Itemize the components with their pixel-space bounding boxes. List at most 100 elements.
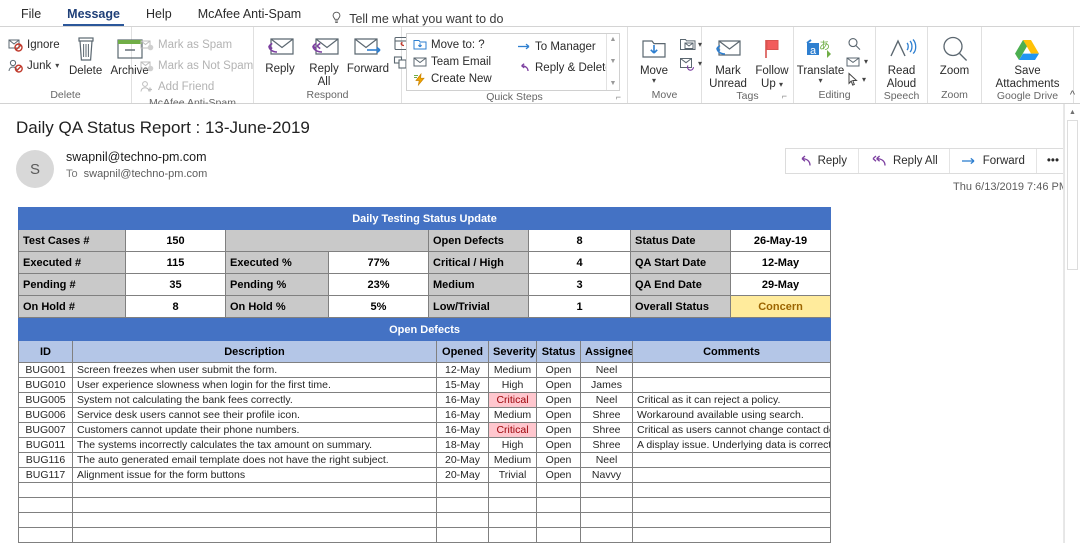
quick-steps-dialog-launcher[interactable]: ⌐ — [616, 91, 621, 104]
tab-file[interactable]: File — [8, 4, 54, 26]
move-to-folder-icon — [413, 38, 427, 51]
col-header-severity: Severity — [489, 341, 537, 363]
avatar: S — [16, 150, 54, 188]
summary-label-qa-end-date: QA End Date — [631, 274, 731, 296]
rules-button[interactable]: ▾ — [676, 36, 705, 53]
reply-action-button[interactable]: Reply — [786, 149, 859, 173]
delete-button[interactable]: Delete — [64, 32, 108, 77]
save-attachments-button[interactable]: Save Attachments — [991, 32, 1065, 90]
zoom-button[interactable]: Zoom — [933, 32, 977, 77]
defect-cell-description: Customers cannot update their phone numb… — [73, 423, 437, 438]
scroll-up-icon[interactable]: ▲ — [610, 36, 617, 44]
defect-cell-severity: Critical — [489, 393, 537, 408]
arrow-right-icon — [517, 40, 531, 53]
message-actions: Reply Reply All Forward ••• — [785, 148, 1070, 193]
mark-as-not-spam-button[interactable]: Mark as Not Spam — [136, 55, 254, 76]
ignore-icon — [8, 38, 23, 52]
translate-dropdown-caret[interactable]: ▾ — [818, 77, 822, 84]
junk-person-icon — [8, 59, 23, 73]
forward-action-button[interactable]: Forward — [950, 149, 1037, 173]
mark-as-spam-label: Mark as Spam — [158, 39, 232, 51]
tell-me-search[interactable]: Tell me what you want to do — [314, 11, 503, 26]
read-aloud-button[interactable]: Read Aloud — [880, 32, 924, 90]
quick-steps-gallery[interactable]: Move to: ? Team Email — [406, 33, 620, 91]
table-row: BUG117Alignment issue for the form butto… — [19, 468, 831, 483]
zoom-magnifier-icon — [940, 34, 970, 64]
group-label-move: Move — [632, 89, 697, 103]
reply-all-button[interactable]: Reply All — [302, 30, 346, 88]
quick-step-create-new[interactable]: Create New — [409, 71, 509, 88]
collapse-ribbon-button[interactable]: ^ — [1070, 89, 1075, 101]
scroll-down-icon[interactable]: ▼ — [610, 58, 617, 66]
tell-me-label: Tell me what you want to do — [349, 12, 503, 26]
defect-cell-empty — [73, 513, 437, 528]
related-button[interactable]: ▾ — [843, 54, 871, 69]
follow-up-dropdown-caret[interactable]: ▾ — [779, 80, 783, 89]
tab-message-label: Message — [67, 7, 120, 21]
related-dropdown-caret[interactable]: ▾ — [864, 58, 868, 65]
tab-help-label: Help — [146, 7, 172, 21]
quick-steps-scrollbar[interactable]: ▲ ▼ ▼ — [606, 34, 619, 90]
reply-button[interactable]: Reply — [258, 30, 302, 75]
ribbon-group-editing: aあ Translate ▾ ▾ — [794, 27, 876, 103]
ribbon-group-move: Move ▾ ▾ ▾ — [628, 27, 702, 103]
defect-cell-opened: 16-May — [437, 408, 489, 423]
defect-cell-comments: A display issue. Underlying data is corr… — [633, 438, 831, 453]
defect-cell-description: The systems incorrectly calculates the t… — [73, 438, 437, 453]
select-dropdown-caret[interactable]: ▾ — [862, 76, 866, 83]
defect-cell-empty — [19, 513, 73, 528]
table-row: BUG116The auto generated email template … — [19, 453, 831, 468]
select-button[interactable]: ▾ — [843, 71, 871, 87]
tab-help[interactable]: Help — [133, 4, 185, 26]
find-button[interactable] — [843, 36, 871, 52]
scroll-more-icon[interactable]: ▼ — [610, 80, 617, 88]
sender-address[interactable]: swapnil@techno-pm.com — [66, 150, 207, 164]
move-button[interactable]: Move ▾ — [632, 32, 676, 84]
defect-cell-empty — [437, 513, 489, 528]
reading-pane-scrollbar[interactable]: ▲ — [1064, 104, 1080, 543]
summary-label-qa-start-date: QA Start Date — [631, 252, 731, 274]
mark-unread-button[interactable]: Mark Unread — [706, 32, 750, 90]
group-label-respond: Respond — [258, 89, 397, 103]
reply-all-action-button[interactable]: Reply All — [859, 149, 950, 173]
scrollbar-thumb[interactable] — [1067, 120, 1078, 270]
move-dropdown-caret[interactable]: ▾ — [652, 77, 656, 84]
translate-button[interactable]: aあ Translate ▾ — [798, 32, 843, 84]
quick-step-reply-delete[interactable]: Reply & Delete — [513, 57, 604, 78]
quick-step-move-to[interactable]: Move to: ? — [409, 36, 509, 53]
defect-cell-status: Open — [537, 438, 581, 453]
junk-button[interactable]: Junk ▾ — [4, 55, 64, 76]
quick-step-team-email[interactable]: Team Email — [409, 53, 509, 70]
google-drive-icon — [1012, 34, 1042, 64]
defect-cell-opened: 16-May — [437, 393, 489, 408]
junk-dropdown-caret[interactable]: ▾ — [55, 62, 59, 69]
ribbon-group-speech: Read Aloud Speech — [876, 27, 928, 103]
defect-cell-empty — [437, 528, 489, 543]
to-address[interactable]: swapnil@techno-pm.com — [84, 168, 208, 180]
ignore-button[interactable]: Ignore — [4, 34, 64, 55]
defect-cell-description: Screen freezes when user submit the form… — [73, 363, 437, 378]
quick-step-to-manager[interactable]: To Manager — [513, 36, 604, 57]
tab-message[interactable]: Message — [54, 4, 133, 26]
defect-cell-opened: 12-May — [437, 363, 489, 378]
defect-cell-comments — [633, 363, 831, 378]
quick-step-reply-delete-label: Reply & Delete — [535, 62, 612, 74]
defect-cell-id: BUG006 — [19, 408, 73, 423]
mark-as-not-spam-icon — [140, 59, 154, 72]
open-defects-table: Open Defects ID Description Opened Sever… — [18, 318, 831, 543]
cursor-arrow-icon — [846, 72, 860, 86]
add-friend-button[interactable]: Add Friend — [136, 76, 254, 97]
forward-button[interactable]: Forward — [346, 30, 390, 75]
defect-cell-empty — [581, 528, 633, 543]
tab-mcafee-anti-spam[interactable]: McAfee Anti-Spam — [185, 4, 315, 26]
defect-cell-id: BUG010 — [19, 378, 73, 393]
tags-dialog-launcher[interactable]: ⌐ — [782, 90, 787, 103]
summary-value-status-date: 26-May-19 — [731, 230, 831, 252]
summary-label-open-defects: Open Defects — [429, 230, 529, 252]
scrollbar-up-arrow-icon[interactable]: ▲ — [1065, 104, 1080, 120]
follow-up-button[interactable]: Follow Up ▾ — [750, 32, 794, 90]
ribbon-tab-bar: File Message Help McAfee Anti-Spam Tell … — [0, 0, 1080, 26]
mark-as-spam-button[interactable]: Mark as Spam — [136, 34, 254, 55]
onenote-button[interactable]: ▾ — [676, 55, 705, 72]
summary-label-status-date: Status Date — [631, 230, 731, 252]
